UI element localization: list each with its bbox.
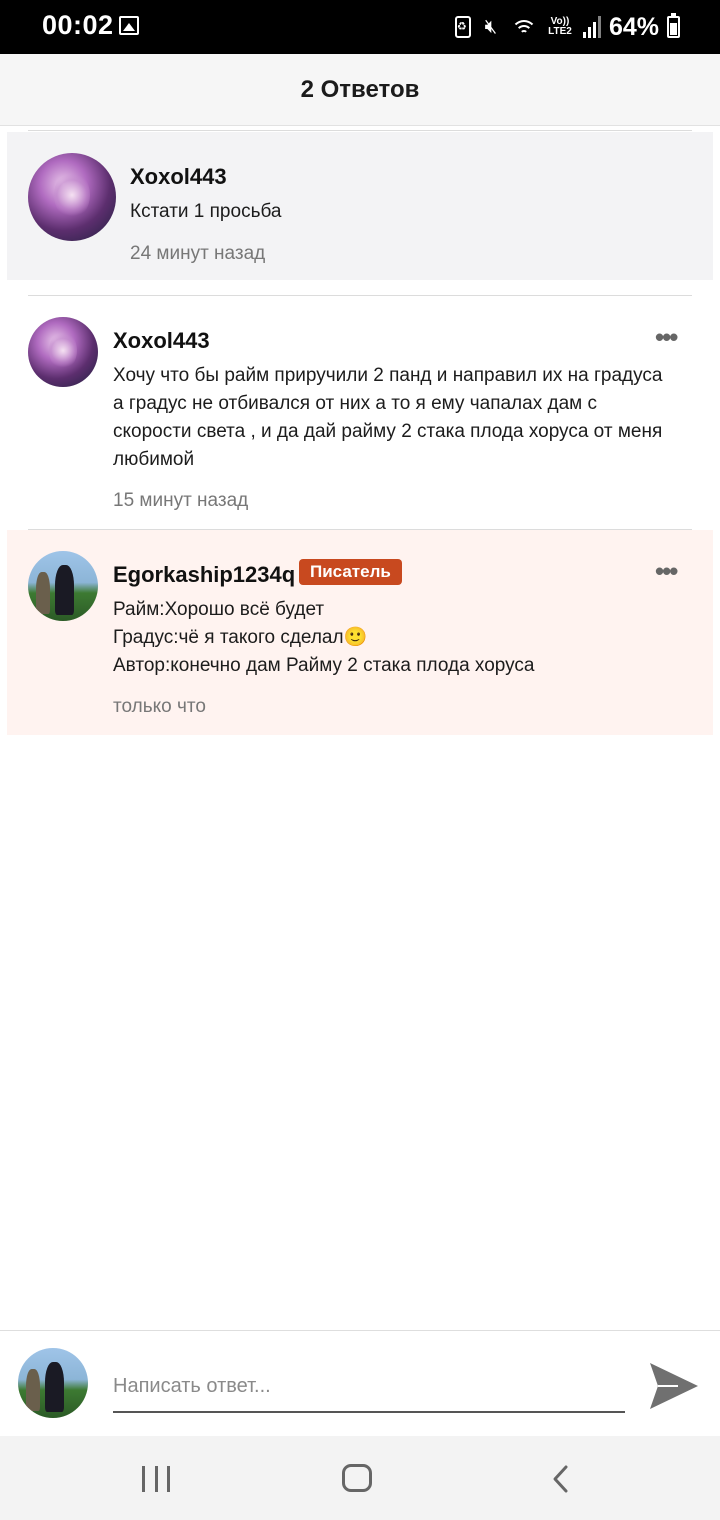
avatar[interactable] <box>28 153 116 241</box>
send-button[interactable] <box>648 1361 700 1411</box>
recent-apps-icon[interactable] <box>142 1466 170 1492</box>
reply-text-line: Автор:конечно дам Райму 2 стака плода хо… <box>113 655 535 676</box>
reply-text-line: а градус не отбивался от них а то я ему … <box>113 393 597 414</box>
reply-composer <box>0 1330 720 1436</box>
reply-text-line: любимой <box>113 449 195 470</box>
role-badge: Писатель <box>299 559 402 585</box>
status-icons: 🔇︎ Vo)) LTE2 64% <box>454 12 680 42</box>
reply-item[interactable]: Xoxol443 ••• Хочу что бы райм приручили … <box>0 296 720 528</box>
reply-time: только что <box>113 696 206 717</box>
reply-time: 15 минут назад <box>113 490 249 511</box>
comment-username[interactable]: Xoxol443 <box>130 164 227 190</box>
send-icon[interactable] <box>648 1361 700 1411</box>
system-nav-bar <box>0 1436 720 1520</box>
more-horizontal-icon[interactable]: ••• <box>655 322 678 353</box>
more-horizontal-icon[interactable]: ••• <box>655 556 678 587</box>
divider <box>28 130 692 131</box>
status-bar: 00:02 🔇︎ Vo)) LTE2 64% <box>0 0 720 54</box>
avatar <box>18 1348 88 1418</box>
gallery-icon <box>119 16 139 35</box>
header: 2 Ответов <box>0 54 720 126</box>
comment-text: Кстати 1 просьба <box>130 201 282 222</box>
status-time: 00:02 <box>42 10 114 40</box>
avatar[interactable] <box>28 317 98 387</box>
mute-icon: 🔇︎ <box>484 15 498 38</box>
wifi-icon <box>510 16 537 38</box>
battery-percent: 64% <box>608 12 659 41</box>
back-icon[interactable] <box>548 1464 574 1494</box>
reply-input[interactable] <box>113 1361 625 1413</box>
reply-text: Райм:Хорошо всё будет Градус:чё я такого… <box>113 596 703 680</box>
comment-time: 24 минут назад <box>130 243 266 264</box>
network-type: Vo)) LTE2 <box>548 16 572 37</box>
reply-text: Хочу что бы райм приручили 2 панд и напр… <box>113 362 713 474</box>
parent-comment[interactable]: Xoxol443 Кстати 1 просьба 24 минут назад <box>7 132 713 280</box>
reply-text-line: Градус:чё я такого сделал🙂 <box>113 627 368 648</box>
reply-username[interactable]: Egorkaship1234q <box>113 562 295 588</box>
reply-text-line: Хочу что бы райм приручили 2 панд и напр… <box>113 365 663 386</box>
reply-item[interactable]: Egorkaship1234q Писатель ••• Райм:Хорошо… <box>7 530 713 735</box>
battery-icon <box>667 13 680 38</box>
battery-saver-icon <box>454 16 471 38</box>
reply-text-line: Райм:Хорошо всё будет <box>113 599 325 620</box>
reply-username[interactable]: Xoxol443 <box>113 328 210 354</box>
home-icon[interactable] <box>342 1464 372 1492</box>
reply-text-line: скорости света , и да дай райму 2 стака … <box>113 421 663 442</box>
page-title: 2 Ответов <box>300 75 420 103</box>
avatar[interactable] <box>28 551 98 621</box>
signal-icon <box>582 16 601 38</box>
